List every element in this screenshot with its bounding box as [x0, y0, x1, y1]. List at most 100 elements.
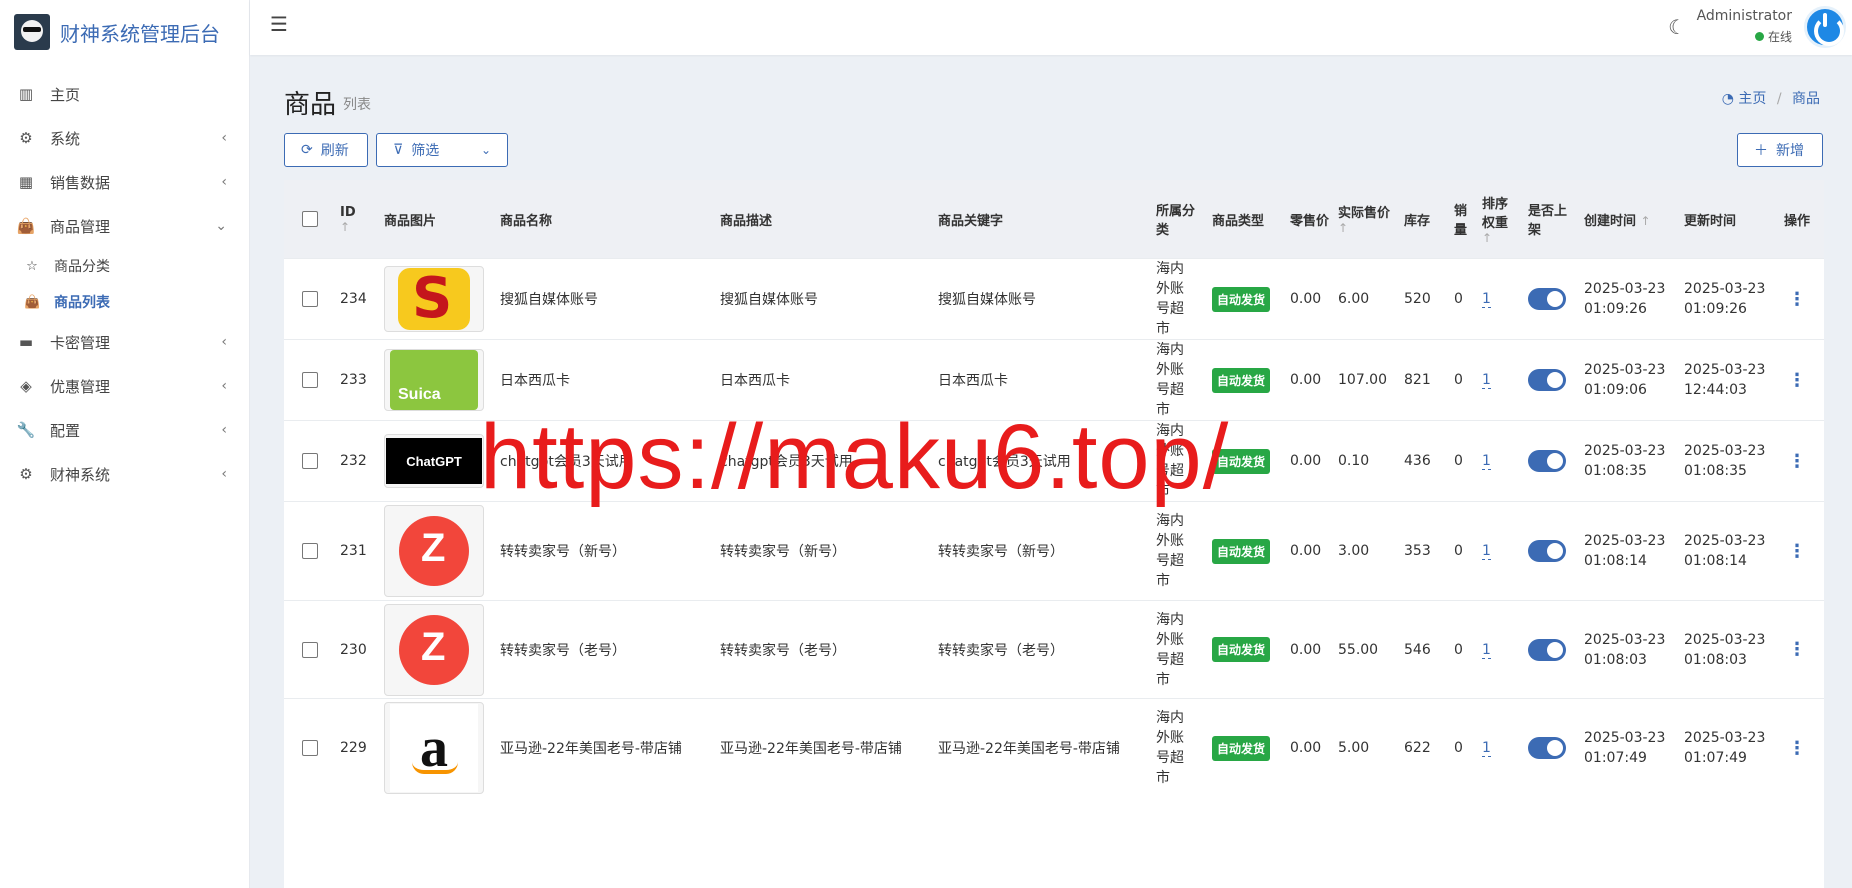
th-keywords: 商品关键字 — [938, 213, 1004, 229]
status-badge: 自动发货 — [1212, 637, 1271, 662]
sidebar-item[interactable]: ▬ 卡密管理 ‹ — [0, 320, 249, 364]
row-checkbox[interactable] — [302, 372, 318, 388]
chevron-left-icon: ‹ — [221, 174, 227, 190]
chevron-left-icon: ‹ — [221, 422, 227, 438]
sidebar-item[interactable]: 👜 商品管理 ⌄ — [0, 204, 249, 248]
sidebar-item[interactable]: ⚙ 财神系统 ‹ — [0, 452, 249, 496]
cell-id: 233 — [340, 372, 367, 388]
product-thumbnail[interactable] — [384, 505, 484, 597]
row-checkbox[interactable] — [302, 641, 318, 658]
row-checkbox[interactable] — [302, 453, 318, 469]
sidebar-item-label: 销售数据 — [50, 173, 111, 192]
sort-weight-link[interactable]: 1 — [1482, 740, 1491, 757]
star-icon: ☆ — [26, 258, 38, 274]
cell-keywords: 搜狐自媒体账号 — [938, 292, 1036, 308]
sidebar-subitem-label: 商品分类 — [54, 259, 110, 275]
cell-updated: 2025-03-23 01:07:49 — [1684, 730, 1766, 766]
product-thumbnail[interactable]: Suica — [384, 349, 484, 411]
cell-image — [380, 603, 496, 696]
more-actions-icon[interactable]: ⋮ — [1788, 541, 1806, 562]
cell-operation: ⋮ — [1780, 370, 1814, 391]
sidebar-item[interactable]: ◈ 优惠管理 ‹ — [0, 364, 249, 408]
product-thumbnail[interactable] — [384, 603, 484, 696]
on-shelf-toggle[interactable] — [1528, 540, 1566, 562]
sidebar-subitem[interactable]: ☆ 商品分类 — [0, 248, 249, 284]
on-shelf-toggle[interactable] — [1528, 638, 1566, 661]
on-shelf-toggle[interactable] — [1528, 450, 1566, 472]
cell-on-shelf — [1524, 540, 1580, 562]
cell-sort: 1 — [1478, 740, 1524, 757]
table-header: ID ↑ 商品图片 商品名称 商品描述 商品关键字 所属分类 商品类型 零售价 实… — [284, 180, 1824, 258]
user-status: 在线 — [1754, 28, 1792, 45]
user-name[interactable]: Administrator — [1697, 8, 1792, 24]
card-icon: ▬ — [18, 333, 34, 351]
th-desc: 商品描述 — [720, 213, 773, 229]
refresh-button[interactable]: ⟳ 刷新 — [284, 133, 368, 167]
th-retail: 零售价 — [1290, 213, 1330, 229]
row-select-cell — [284, 740, 336, 756]
on-shelf-toggle[interactable] — [1528, 369, 1566, 391]
on-shelf-toggle[interactable] — [1528, 288, 1566, 310]
user-status-text: 在线 — [1767, 30, 1792, 44]
chevron-left-icon: ‹ — [221, 334, 227, 350]
brand[interactable]: 财神系统管理后台 — [0, 0, 249, 64]
sidebar-item[interactable]: ⚙ 系统 ‹ — [0, 116, 249, 160]
cell-actual: 3.00 — [1338, 543, 1370, 559]
product-thumbnail[interactable]: a — [384, 702, 484, 794]
cell-image: a — [380, 702, 496, 794]
sidebar-item-label: 主页 — [50, 85, 81, 104]
more-actions-icon[interactable]: ⋮ — [1788, 639, 1806, 660]
sort-weight-link[interactable]: 1 — [1482, 453, 1491, 470]
sort-weight-link[interactable]: 1 — [1482, 372, 1491, 389]
cell-type: 自动发货 — [1208, 286, 1286, 312]
cell-created: 2025-03-23 01:08:03 — [1584, 631, 1666, 668]
sort-weight-link[interactable]: 1 — [1482, 641, 1491, 659]
row-checkbox[interactable] — [302, 291, 318, 307]
cell-stock: 520 — [1404, 291, 1431, 307]
more-actions-icon[interactable]: ⋮ — [1788, 370, 1806, 391]
cell-type: 自动发货 — [1208, 538, 1286, 564]
cell-image — [380, 505, 496, 597]
row-select-cell — [284, 543, 336, 559]
more-actions-icon[interactable]: ⋮ — [1788, 738, 1806, 759]
row-select-cell — [284, 372, 336, 388]
sidebar-item[interactable]: ▦ 销售数据 ‹ — [0, 160, 249, 204]
avatar[interactable] — [1804, 6, 1846, 48]
cell-updated: 2025-03-23 01:08:14 — [1684, 533, 1766, 569]
gear-icon: ⚙ — [19, 465, 33, 483]
on-shelf-toggle[interactable] — [1528, 737, 1566, 759]
sort-weight-link[interactable]: 1 — [1482, 291, 1491, 308]
cell-image — [380, 266, 496, 332]
cell-desc: 转转卖家号（新号） — [720, 544, 846, 560]
brand-logo — [14, 14, 50, 50]
cell-name: 转转卖家号（新号） — [500, 544, 626, 560]
more-actions-icon[interactable]: ⋮ — [1788, 289, 1806, 310]
select-all-checkbox[interactable] — [302, 211, 318, 227]
breadcrumb-home[interactable]: 主页 — [1738, 91, 1766, 107]
product-thumbnail[interactable] — [384, 266, 484, 332]
th-stock: 库存 — [1404, 213, 1431, 229]
wrench-icon: 🔧 — [16, 421, 36, 439]
cell-desc: 亚马逊-22年美国老号-带店铺 — [720, 741, 902, 757]
th-id[interactable]: ID ↑ — [336, 205, 380, 234]
dark-mode-icon[interactable]: ☾ — [1668, 15, 1686, 39]
filter-button[interactable]: ⊽ 筛选 ⌄ — [376, 133, 508, 167]
menu-toggle-icon[interactable]: ☰ — [270, 12, 288, 36]
add-label: 新增 — [1776, 143, 1804, 159]
add-button[interactable]: ＋ 新增 — [1737, 133, 1823, 167]
cell-type: 自动发货 — [1208, 637, 1286, 662]
sidebar: 财神系统管理后台 ▥ 主页 ⚙ 系统 ‹ ▦ 销售数据 ‹ 👜 商品管理 ⌄ ☆ 商品分类 👜 商品列表 ▬ 卡… — [0, 0, 250, 888]
cell-name: 转转卖家号（老号） — [500, 642, 626, 659]
sort-weight-link[interactable]: 1 — [1482, 543, 1491, 560]
product-thumbnail[interactable]: ChatGPT — [384, 434, 484, 488]
row-checkbox[interactable] — [302, 543, 318, 559]
th-sort[interactable]: 排序权重 ↑ — [1478, 193, 1524, 245]
sidebar-item[interactable]: 🔧 配置 ‹ — [0, 408, 249, 452]
th-created[interactable]: 创建时间 ↑ — [1580, 210, 1680, 229]
th-actual[interactable]: 实际售价 ↑ — [1334, 202, 1400, 236]
sidebar-item[interactable]: ▥ 主页 — [0, 72, 249, 116]
bar-chart-icon: ▥ — [18, 85, 34, 103]
row-checkbox[interactable] — [302, 740, 318, 756]
more-actions-icon[interactable]: ⋮ — [1788, 451, 1806, 472]
sidebar-subitem[interactable]: 👜 商品列表 — [0, 284, 249, 320]
